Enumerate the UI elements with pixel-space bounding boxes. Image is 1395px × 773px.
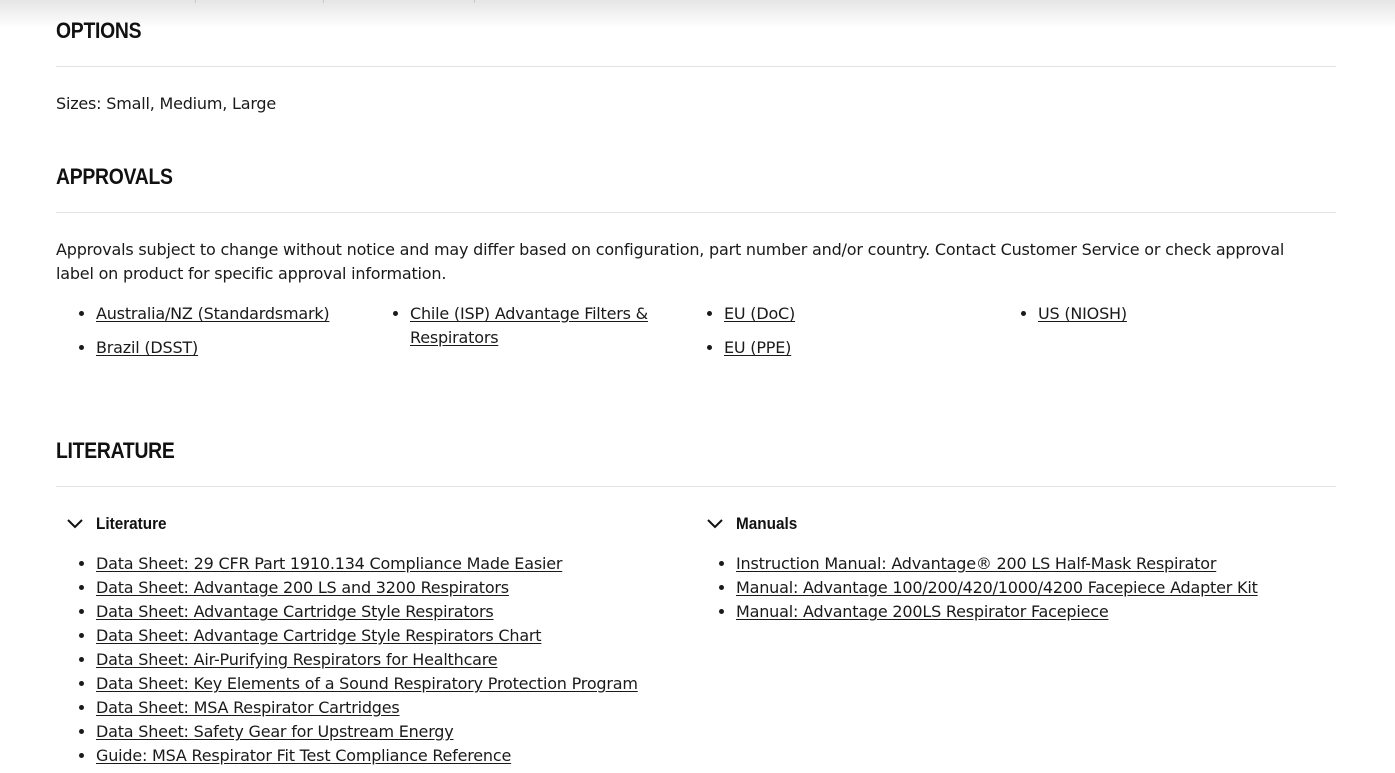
approval-link-us-niosh[interactable]: US (NIOSH) xyxy=(1038,304,1127,323)
tab-divider xyxy=(474,0,475,3)
list-item: Data Sheet: Advantage 200 LS and 3200 Re… xyxy=(96,576,716,600)
approval-link-brazil[interactable]: Brazil (DSST) xyxy=(96,338,198,357)
approvals-divider xyxy=(56,212,1336,213)
literature-divider xyxy=(56,486,1336,487)
sizes-text: Sizes: Small, Medium, Large xyxy=(56,94,277,113)
literature-link[interactable]: Data Sheet: Advantage 200 LS and 3200 Re… xyxy=(96,578,509,597)
list-item: Manual: Advantage 200LS Respirator Facep… xyxy=(736,600,1376,624)
manuals-accordion-title: Manuals xyxy=(736,514,798,533)
literature-list: Data Sheet: 29 CFR Part 1910.134 Complia… xyxy=(56,552,716,768)
options-heading: OPTIONS xyxy=(56,18,142,43)
approvals-description: Approvals subject to change without noti… xyxy=(56,240,1285,283)
approvals-list-column-3: EU (DoC) EU (PPE) xyxy=(684,302,998,370)
manual-link[interactable]: Instruction Manual: Advantage® 200 LS Ha… xyxy=(736,554,1216,573)
approval-link-australia-nz[interactable]: Australia/NZ (Standardsmark) xyxy=(96,304,330,323)
list-item: EU (PPE) xyxy=(724,336,998,360)
tab-divider xyxy=(323,0,324,3)
approvals-heading: APPROVALS xyxy=(56,164,173,189)
list-item: Data Sheet: Air-Purifying Respirators fo… xyxy=(96,648,716,672)
list-item: Data Sheet: Advantage Cartridge Style Re… xyxy=(96,600,716,624)
list-item: US (NIOSH) xyxy=(1038,302,1312,326)
literature-link[interactable]: Data Sheet: Advantage Cartridge Style Re… xyxy=(96,626,542,645)
manual-link[interactable]: Manual: Advantage 200LS Respirator Facep… xyxy=(736,602,1109,621)
approval-link-eu-ppe[interactable]: EU (PPE) xyxy=(724,338,791,357)
chevron-down-icon xyxy=(707,519,723,529)
list-item: Guide: MSA Respirator Fit Test Complianc… xyxy=(96,744,716,768)
approvals-list-column-4: US (NIOSH) xyxy=(998,302,1312,336)
top-header-shadow xyxy=(0,0,1395,28)
literature-link[interactable]: Data Sheet: 29 CFR Part 1910.134 Complia… xyxy=(96,554,562,573)
chevron-down-icon xyxy=(67,519,83,529)
literature-link[interactable]: Data Sheet: Advantage Cartridge Style Re… xyxy=(96,602,494,621)
list-item: Australia/NZ (Standardsmark) xyxy=(96,302,370,326)
list-item: Data Sheet: Advantage Cartridge Style Re… xyxy=(96,624,716,648)
list-item: Data Sheet: Key Elements of a Sound Resp… xyxy=(96,672,716,696)
list-item: Brazil (DSST) xyxy=(96,336,370,360)
manuals-list: Instruction Manual: Advantage® 200 LS Ha… xyxy=(696,552,1376,624)
literature-accordion-title: Literature xyxy=(96,514,167,533)
manuals-accordion-toggle[interactable]: Manuals xyxy=(696,514,804,534)
approvals-list-column-1: Australia/NZ (Standardsmark) Brazil (DSS… xyxy=(56,302,370,370)
list-item: Manual: Advantage 100/200/420/1000/4200 … xyxy=(736,576,1376,600)
literature-link[interactable]: Data Sheet: Safety Gear for Upstream Ene… xyxy=(96,722,454,741)
list-item: Instruction Manual: Advantage® 200 LS Ha… xyxy=(736,552,1376,576)
literature-link[interactable]: Guide: MSA Respirator Fit Test Complianc… xyxy=(96,746,511,765)
approvals-list-column-2: Chile (ISP) Advantage Filters & Respirat… xyxy=(370,302,684,360)
list-item: Chile (ISP) Advantage Filters & Respirat… xyxy=(410,302,684,350)
literature-accordion-toggle[interactable]: Literature xyxy=(56,514,174,534)
list-item: Data Sheet: 29 CFR Part 1910.134 Complia… xyxy=(96,552,716,576)
literature-link[interactable]: Data Sheet: MSA Respirator Cartridges xyxy=(96,698,400,717)
approval-link-chile[interactable]: Chile (ISP) Advantage Filters & Respirat… xyxy=(410,304,648,347)
options-divider xyxy=(56,66,1336,67)
list-item: Data Sheet: MSA Respirator Cartridges xyxy=(96,696,716,720)
literature-link[interactable]: Data Sheet: Air-Purifying Respirators fo… xyxy=(96,650,498,669)
list-item: EU (DoC) xyxy=(724,302,998,326)
literature-link[interactable]: Data Sheet: Key Elements of a Sound Resp… xyxy=(96,674,638,693)
list-item: Data Sheet: Safety Gear for Upstream Ene… xyxy=(96,720,716,744)
tab-divider xyxy=(195,0,196,3)
approval-link-eu-doc[interactable]: EU (DoC) xyxy=(724,304,795,323)
literature-heading: LITERATURE xyxy=(56,438,175,463)
manual-link[interactable]: Manual: Advantage 100/200/420/1000/4200 … xyxy=(736,578,1258,597)
